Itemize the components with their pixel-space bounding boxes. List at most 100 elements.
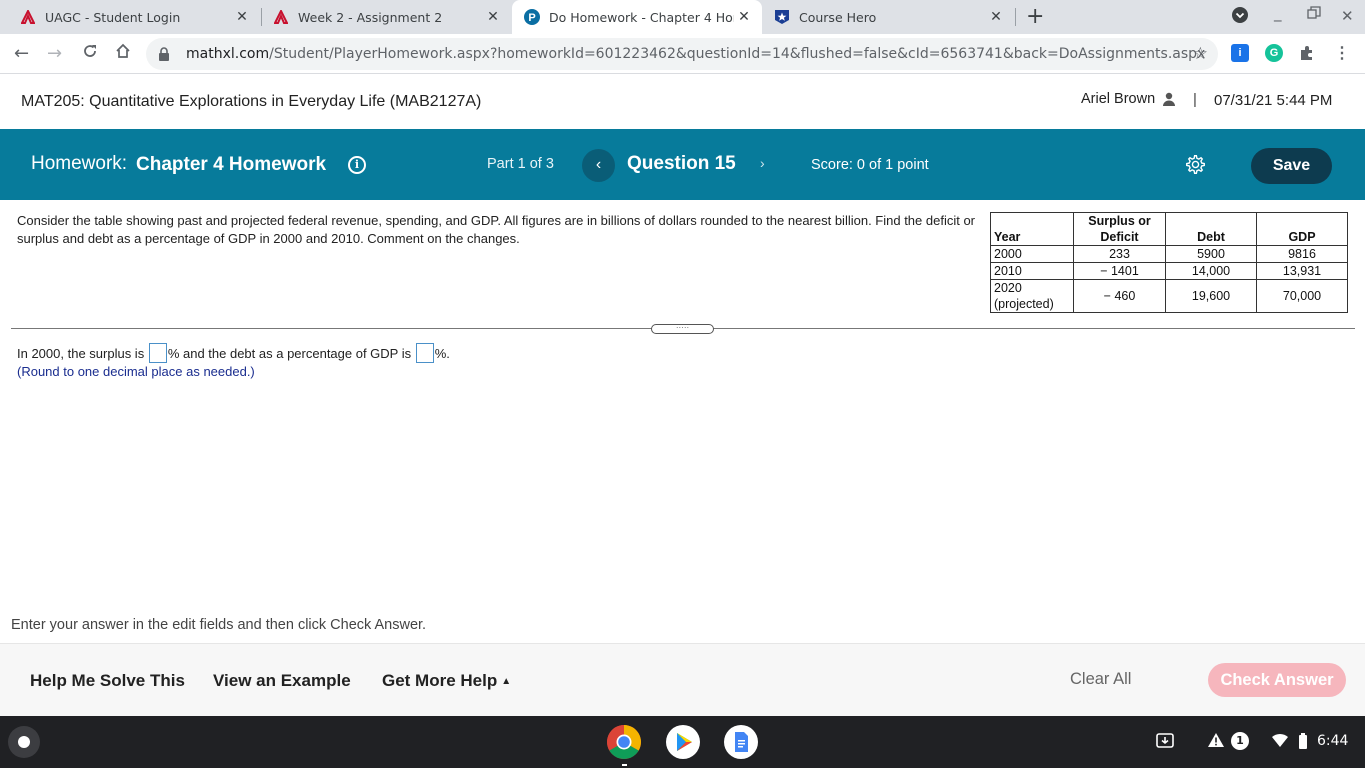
launcher-icon[interactable] (8, 726, 40, 758)
table-cell: 13,931 (1256, 262, 1348, 280)
save-button[interactable]: Save (1251, 148, 1332, 184)
user-icon[interactable] (1163, 92, 1175, 106)
table-header: Debt (1165, 212, 1257, 246)
lock-icon[interactable] (158, 47, 172, 61)
divider-handle[interactable]: ····· (651, 324, 714, 334)
reload-icon[interactable] (82, 43, 98, 64)
table-row: 2000 233 5900 9816 (990, 245, 1348, 263)
restore-icon[interactable] (1307, 6, 1321, 24)
view-example-button[interactable]: View an Example (213, 671, 351, 691)
homework-bar: Homework: Chapter 4 Homework i Part 1 of… (0, 129, 1365, 200)
get-more-help-label: Get More Help (382, 671, 498, 690)
active-app-indicator (622, 764, 627, 766)
table-header: Surplus or Deficit (1073, 212, 1166, 246)
table-cell: − 460 (1073, 279, 1166, 313)
course-header: MAT205: Quantitative Explorations in Eve… (0, 75, 1365, 129)
window-close-icon[interactable]: ✕ (1341, 7, 1354, 25)
clear-all-button[interactable]: Clear All (1070, 670, 1131, 689)
debt-percent-input[interactable] (415, 343, 434, 363)
tab-separator (1015, 8, 1016, 26)
table-cell: 2010 (990, 262, 1074, 280)
tab-title: UAGC - Student Login (45, 9, 181, 25)
data-table: Year Surplus or Deficit Debt GDP 2000 23… (990, 212, 1348, 313)
current-datetime: 07/31/21 5:44 PM (1214, 92, 1333, 109)
score-text: Score: 0 of 1 point (811, 157, 929, 173)
forward-arrow-icon[interactable]: → (47, 43, 62, 64)
surplus-percent-input[interactable] (148, 343, 167, 363)
tab-do-homework[interactable]: P Do Homework - Chapter 4 Home ✕ (512, 0, 762, 34)
close-icon[interactable]: ✕ (734, 9, 754, 25)
previous-question-button[interactable]: ‹ (582, 149, 615, 182)
info-icon[interactable]: i (348, 156, 366, 174)
table-cell: 233 (1073, 245, 1166, 263)
course-title: MAT205: Quantitative Explorations in Eve… (21, 93, 482, 110)
gear-icon[interactable] (1185, 154, 1206, 175)
coursehero-logo-icon (774, 9, 790, 25)
svg-text:P: P (528, 12, 535, 24)
table-cell: 2020 (projected) (990, 279, 1074, 313)
table-header-row: Year Surplus or Deficit Debt GDP (990, 212, 1348, 246)
caret-up-icon: ▲ (501, 676, 512, 688)
table-row: 2020 (projected) − 460 19,600 70,000 (990, 279, 1348, 313)
extension-info-icon[interactable]: i (1231, 44, 1249, 62)
table-cell: 9816 (1256, 245, 1348, 263)
instructions-text: Enter your answer in the edit fields and… (11, 617, 427, 633)
grammarly-icon[interactable]: G (1265, 44, 1283, 62)
answer-line: In 2000, the surplus is % and the debt a… (17, 343, 450, 363)
table-cell: 2000 (990, 245, 1074, 263)
url-text: mathxl.com/Student/PlayerHomework.aspx?h… (186, 46, 1206, 62)
tab-week2-assignment[interactable]: Week 2 - Assignment 2 ✕ (261, 0, 511, 34)
tab-uagc-student-login[interactable]: UAGC - Student Login ✕ (8, 0, 260, 34)
question-text: Consider the table showing past and proj… (17, 213, 976, 246)
part-indicator: Part 1 of 3 (487, 156, 554, 172)
battery-icon[interactable] (1298, 733, 1308, 753)
close-icon[interactable]: ✕ (483, 9, 503, 25)
play-store-icon[interactable] (666, 725, 700, 759)
os-shelf: 1 6:44 (0, 716, 1365, 768)
kebab-menu-icon[interactable]: ⋮ (1333, 44, 1351, 62)
close-icon[interactable]: ✕ (986, 9, 1006, 25)
uagc-logo-icon (20, 9, 36, 25)
browser-toolbar: ← → mathxl.com/Student/PlayerHomework.as… (0, 34, 1365, 74)
homework-label: Homework: (31, 153, 128, 174)
browser-tab-strip: UAGC - Student Login ✕ Week 2 - Assignme… (0, 0, 1365, 34)
table-header: GDP (1256, 212, 1348, 246)
clock[interactable]: 6:44 (1317, 733, 1348, 749)
homework-name: Chapter 4 Homework (136, 154, 327, 175)
table-cell: 14,000 (1165, 262, 1257, 280)
tab-title: Week 2 - Assignment 2 (298, 9, 443, 25)
get-more-help-button[interactable]: Get More Help ▲ (382, 671, 511, 691)
tab-title: Do Homework - Chapter 4 Home (549, 9, 734, 25)
warning-icon[interactable] (1207, 732, 1225, 752)
tab-course-hero[interactable]: Course Hero ✕ (762, 0, 1014, 34)
table-row: 2010 − 1401 14,000 13,931 (990, 262, 1348, 280)
check-answer-button[interactable]: Check Answer (1208, 663, 1346, 697)
table-header: Year (990, 212, 1074, 246)
new-tab-button[interactable]: + (1026, 4, 1044, 29)
wifi-icon[interactable] (1271, 733, 1289, 753)
table-cell: 70,000 (1256, 279, 1348, 313)
help-me-solve-button[interactable]: Help Me Solve This (30, 671, 185, 691)
google-docs-icon[interactable] (724, 725, 758, 759)
table-cell: − 1401 (1073, 262, 1166, 280)
uagc-logo-icon (273, 9, 289, 25)
tab-title: Course Hero (799, 9, 877, 25)
table-cell: 5900 (1165, 245, 1257, 263)
answer-text: In 2000, the surplus is (17, 345, 148, 361)
answer-text: % and the debt as a percentage of GDP is (167, 345, 415, 361)
close-icon[interactable]: ✕ (232, 9, 252, 25)
address-bar[interactable]: mathxl.com/Student/PlayerHomework.aspx?h… (146, 38, 1218, 70)
user-name[interactable]: Ariel Brown (1081, 91, 1155, 107)
next-question-button[interactable]: › (760, 155, 765, 171)
chrome-icon[interactable] (607, 725, 641, 759)
question-number[interactable]: Question 15 (627, 153, 736, 175)
minimize-icon[interactable]: _ (1274, 4, 1282, 22)
back-arrow-icon[interactable]: ← (14, 43, 29, 64)
extensions-puzzle-icon[interactable] (1298, 44, 1316, 62)
bookmark-star-icon[interactable]: ☆ (1193, 44, 1208, 64)
notification-badge[interactable]: 1 (1231, 732, 1249, 750)
tab-search-icon[interactable] (1231, 6, 1249, 28)
screen-capture-icon[interactable] (1155, 731, 1175, 755)
answer-text: %. (434, 345, 450, 361)
home-icon[interactable] (115, 43, 131, 64)
